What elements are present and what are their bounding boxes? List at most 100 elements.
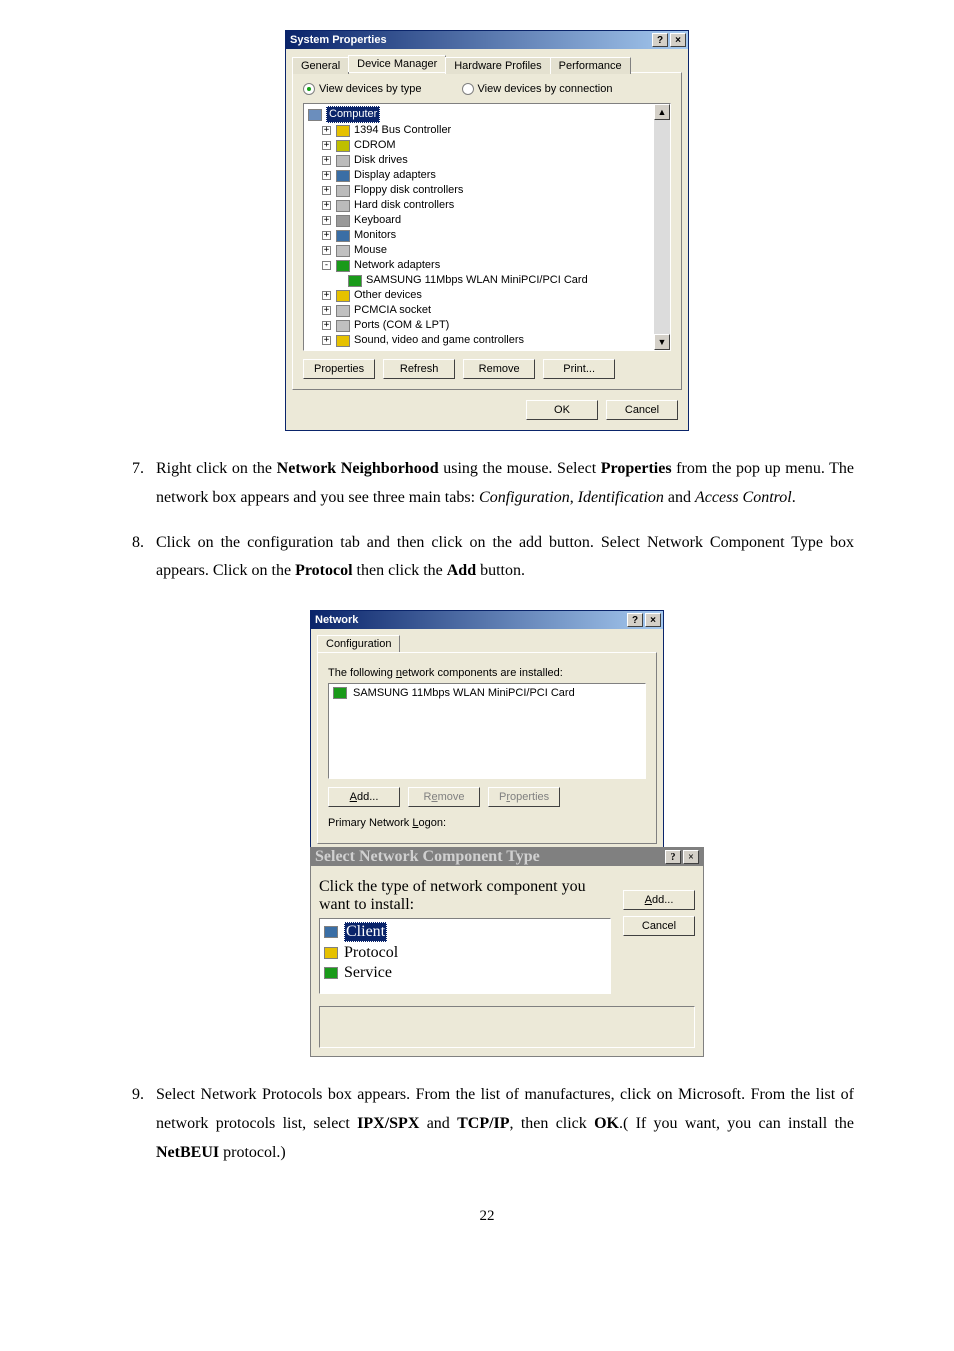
list-item-client[interactable]: Client (322, 921, 608, 943)
list-item-service[interactable]: Service (322, 963, 608, 983)
remove-button[interactable]: Remove (463, 359, 535, 379)
pcmcia-icon (336, 305, 350, 317)
expand-icon[interactable]: + (322, 336, 331, 345)
instruction-list: Right click on the Network Neighborhood … (120, 455, 854, 586)
add-button[interactable]: Add... (328, 787, 400, 807)
tree-cdrom[interactable]: CDROM (354, 138, 396, 153)
device-tree[interactable]: Computer +1394 Bus Controller + CDROM + Di… (303, 103, 671, 351)
tree-monitors[interactable]: Monitors (354, 228, 396, 243)
tab-device-manager[interactable]: Device Manager (348, 55, 446, 72)
window-title: Select Network Component Type (315, 848, 540, 866)
tree-disk[interactable]: Disk drives (354, 153, 408, 168)
controller-icon (336, 125, 350, 137)
titlebar: System Properties ? × (286, 31, 688, 49)
instruction-8: Click on the configuration tab and then … (148, 529, 854, 587)
installed-components-label: The following network components are ins… (328, 667, 646, 679)
cancel-button[interactable]: Cancel (623, 916, 695, 936)
list-item-protocol[interactable]: Protocol (322, 943, 608, 963)
expand-icon[interactable]: + (322, 246, 331, 255)
monitor-icon (336, 230, 350, 242)
page-number: 22 (120, 1208, 854, 1225)
add-button[interactable]: Add... (623, 890, 695, 910)
ports-icon (336, 320, 350, 332)
tree-system[interactable]: System devices (354, 348, 431, 351)
window-title: System Properties (290, 34, 387, 46)
hdd-icon (336, 200, 350, 212)
device-manager-panel: View devices by type View devices by con… (292, 72, 682, 390)
description-box (319, 1006, 695, 1048)
tab-strip: General Device Manager Hardware Profiles… (286, 49, 688, 72)
expand-icon[interactable]: + (322, 201, 331, 210)
close-icon[interactable]: × (670, 33, 686, 47)
tree-wlan-card[interactable]: SAMSUNG 11Mbps WLAN MiniPCI/PCI Card (366, 273, 588, 288)
expand-icon[interactable]: + (322, 306, 331, 315)
tree-ports[interactable]: Ports (COM & LPT) (354, 318, 449, 333)
expand-icon[interactable]: + (322, 291, 331, 300)
list-item[interactable]: SAMSUNG 11Mbps WLAN MiniPCI/PCI Card (353, 687, 575, 699)
tree-display[interactable]: Display adapters (354, 168, 436, 183)
help-icon[interactable]: ? (665, 850, 681, 864)
disk-icon (336, 155, 350, 167)
tree-keyboard[interactable]: Keyboard (354, 213, 401, 228)
radio-view-by-type[interactable]: View devices by type (303, 83, 422, 95)
component-type-list[interactable]: Client Protocol Service (319, 918, 611, 994)
scroll-down-icon[interactable]: ▼ (654, 334, 670, 350)
network-dialog: Network ? × Configuration The following … (310, 610, 664, 851)
sound-icon (336, 335, 350, 347)
scroll-up-icon[interactable]: ▲ (654, 104, 670, 120)
primary-logon-label: Primary Network Logon: (328, 817, 646, 829)
tree-other[interactable]: Other devices (354, 288, 422, 303)
tree-mouse[interactable]: Mouse (354, 243, 387, 258)
system-icon (336, 350, 350, 352)
titlebar: Network ? × (311, 611, 663, 629)
close-icon[interactable]: × (683, 850, 699, 864)
tab-performance[interactable]: Performance (550, 57, 631, 74)
help-icon[interactable]: ? (652, 33, 668, 47)
help-icon[interactable]: ? (627, 613, 643, 627)
installed-components-list[interactable]: SAMSUNG 11Mbps WLAN MiniPCI/PCI Card (328, 683, 646, 779)
instruction-9: Select Network Protocols box appears. Fr… (148, 1081, 854, 1167)
floppy-icon (336, 185, 350, 197)
protocol-icon (324, 947, 338, 959)
tree-pcmcia[interactable]: PCMCIA socket (354, 303, 431, 318)
expand-icon[interactable]: + (322, 216, 331, 225)
tree-floppy[interactable]: Floppy disk controllers (354, 183, 463, 198)
ok-button[interactable]: OK (526, 400, 598, 420)
nic-icon (348, 275, 362, 287)
print-button[interactable]: Print... (543, 359, 615, 379)
tab-hardware-profiles[interactable]: Hardware Profiles (445, 57, 550, 74)
close-icon[interactable]: × (645, 613, 661, 627)
expand-icon[interactable]: + (322, 141, 331, 150)
computer-icon (308, 109, 322, 121)
tab-configuration[interactable]: Configuration (317, 635, 400, 652)
radio-view-by-connection[interactable]: View devices by connection (462, 83, 613, 95)
collapse-icon[interactable]: - (322, 261, 331, 270)
tab-general[interactable]: General (292, 57, 349, 74)
network-icon (336, 260, 350, 272)
expand-icon[interactable]: + (322, 156, 331, 165)
window-title: Network (315, 614, 358, 626)
mouse-icon (336, 245, 350, 257)
properties-button[interactable]: Properties (303, 359, 375, 379)
remove-button: Remove (408, 787, 480, 807)
tree-sound[interactable]: Sound, video and game controllers (354, 333, 524, 348)
cancel-button[interactable]: Cancel (606, 400, 678, 420)
tree-1394[interactable]: 1394 Bus Controller (354, 123, 451, 138)
radio-view-by-connection-label: View devices by connection (478, 83, 613, 95)
tree-netadapters[interactable]: Network adapters (354, 258, 440, 273)
expand-icon[interactable]: + (322, 231, 331, 240)
expand-icon[interactable]: + (322, 321, 331, 330)
tree-computer[interactable]: Computer (326, 106, 380, 123)
select-component-type-dialog: Select Network Component Type ? × Click … (310, 847, 704, 1057)
nic-icon (333, 687, 347, 699)
keyboard-icon (336, 215, 350, 227)
tree-hdd[interactable]: Hard disk controllers (354, 198, 454, 213)
properties-button: Properties (488, 787, 560, 807)
refresh-button[interactable]: Refresh (383, 359, 455, 379)
expand-icon[interactable]: + (322, 186, 331, 195)
expand-icon[interactable]: + (322, 171, 331, 180)
titlebar: Select Network Component Type ? × (311, 848, 703, 866)
client-icon (324, 926, 338, 938)
scrollbar[interactable]: ▲ ▼ (654, 104, 670, 350)
expand-icon[interactable]: + (322, 126, 331, 135)
